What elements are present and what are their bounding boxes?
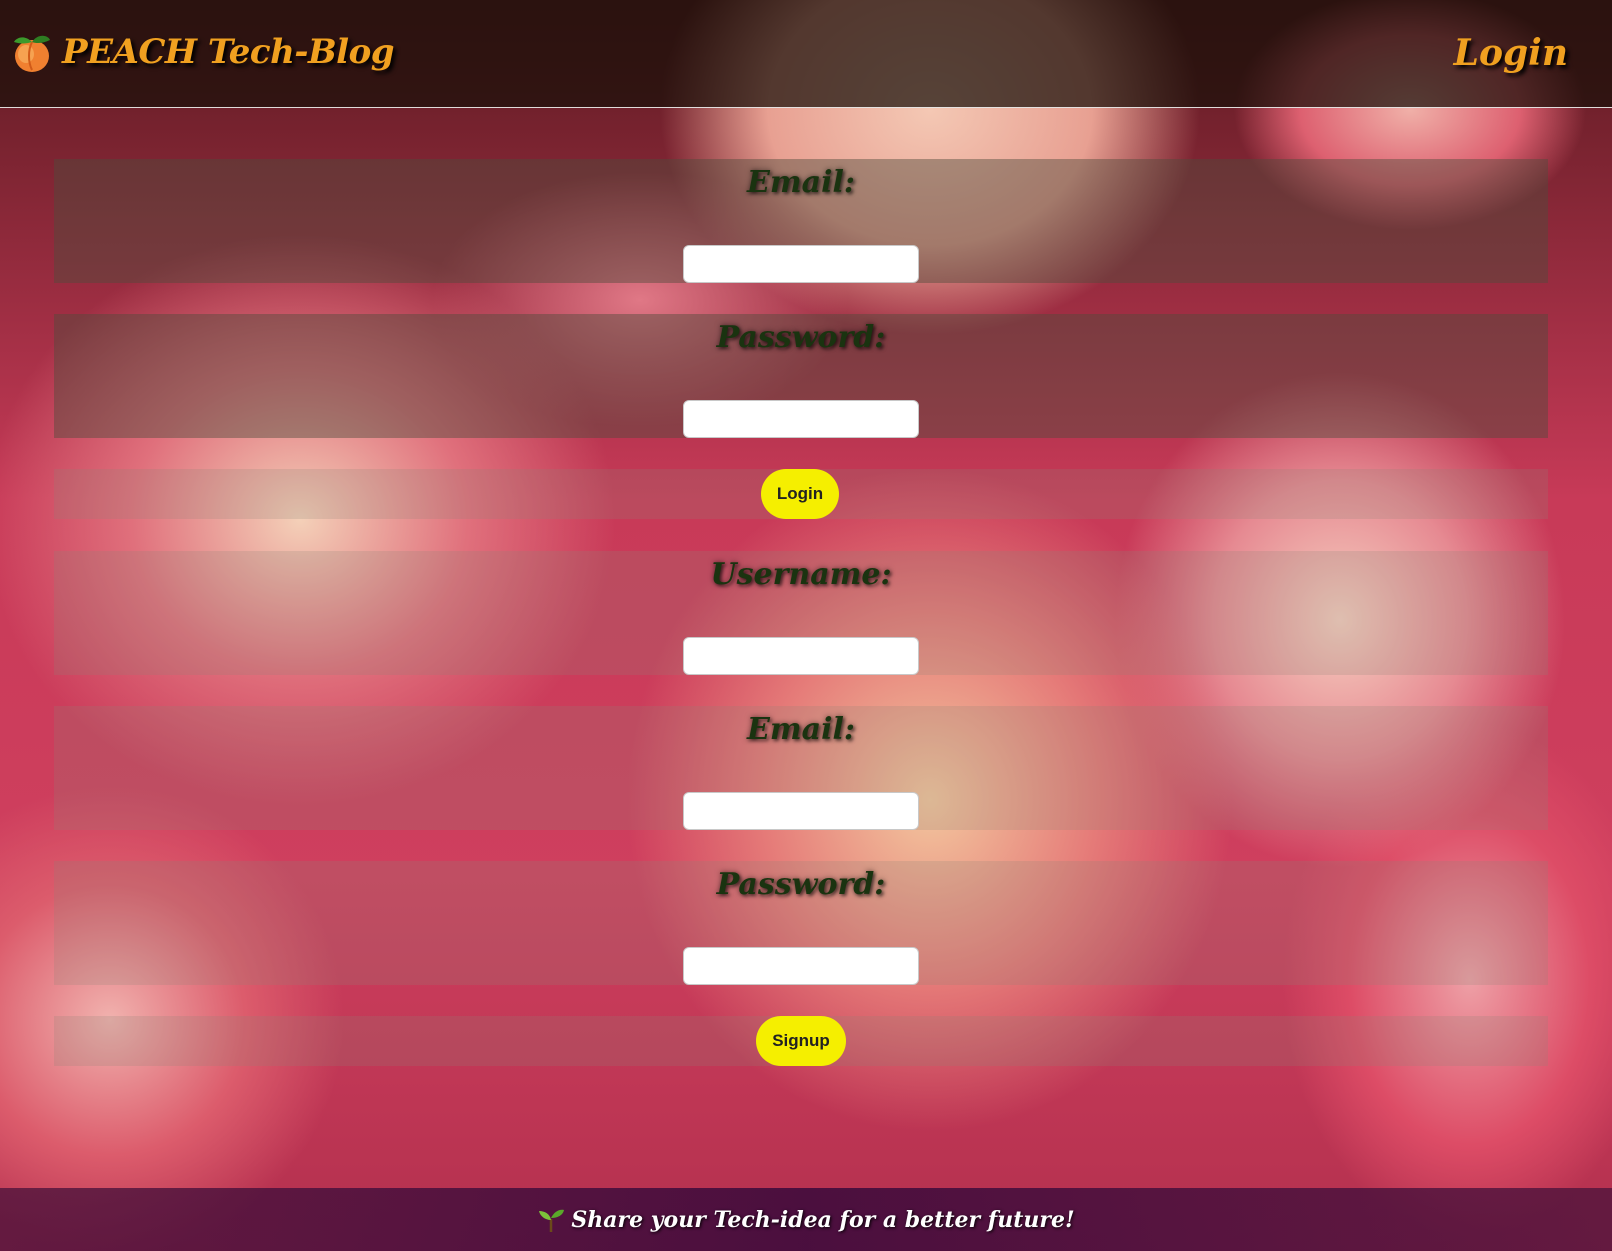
login-password-input[interactable] xyxy=(683,400,919,438)
footer: Share your Tech-idea for a better future… xyxy=(0,1188,1612,1251)
nav-login-link[interactable]: Login xyxy=(1454,32,1568,74)
login-button[interactable]: Login xyxy=(761,469,839,519)
login-email-label: Email: xyxy=(747,165,855,200)
signup-email-label: Email: xyxy=(747,712,855,747)
signup-username-row: Username: xyxy=(54,551,1548,675)
login-email-input[interactable] xyxy=(683,245,919,283)
signup-email-row: Email: xyxy=(54,706,1548,830)
signup-password-label: Password: xyxy=(716,867,886,902)
login-email-row: Email: xyxy=(54,159,1548,283)
signup-password-row: Password: xyxy=(54,861,1548,985)
signup-password-input[interactable] xyxy=(683,947,919,985)
brand[interactable]: PEACH Tech-Blog xyxy=(10,30,395,74)
top-navbar: PEACH Tech-Blog Login xyxy=(0,0,1612,108)
login-button-row: Login xyxy=(54,469,1548,519)
login-password-label: Password: xyxy=(716,320,886,355)
brand-title: PEACH Tech-Blog xyxy=(62,32,395,72)
signup-button[interactable]: Signup xyxy=(756,1016,846,1066)
peach-icon xyxy=(14,35,50,72)
signup-email-input[interactable] xyxy=(683,792,919,830)
login-password-row: Password: xyxy=(54,314,1548,438)
sprout-icon xyxy=(539,1209,565,1232)
signup-button-row: Signup xyxy=(54,1016,1548,1066)
footer-text: Share your Tech-idea for a better future… xyxy=(571,1206,1075,1233)
signup-username-input[interactable] xyxy=(683,637,919,675)
signup-username-label: Username: xyxy=(710,557,892,592)
